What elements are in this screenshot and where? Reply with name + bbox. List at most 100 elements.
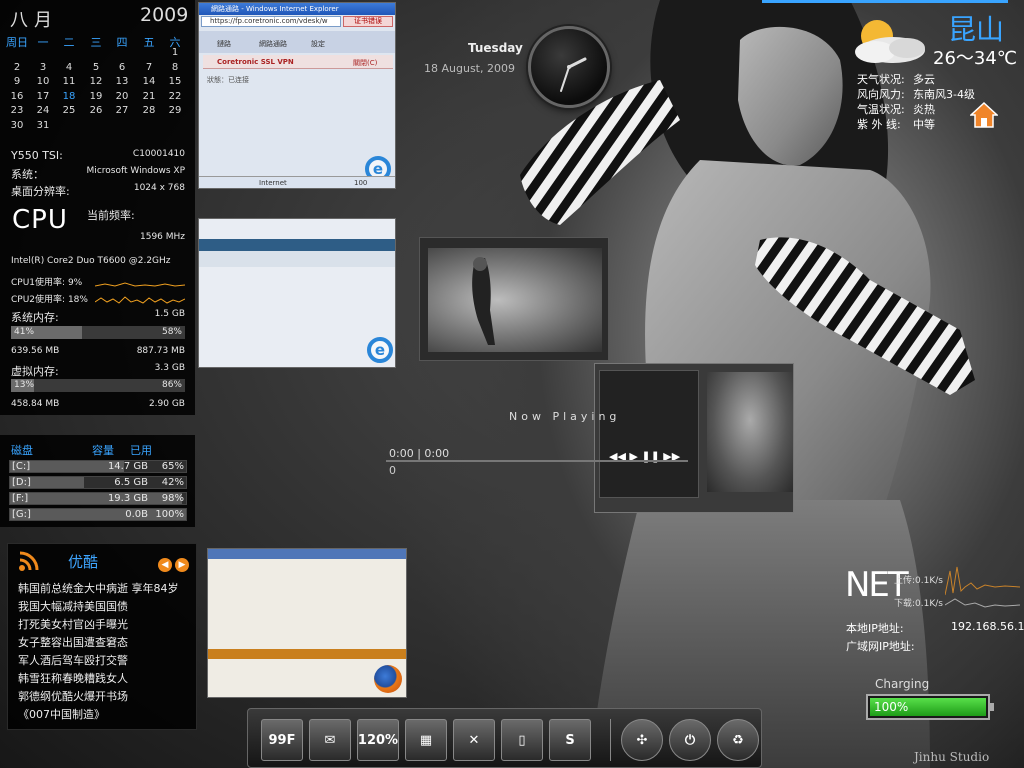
ie-logo-icon-2: e [367,337,393,363]
media-total: 0:00 [424,447,450,460]
ie-zone: Internet [259,179,287,187]
photo-icon[interactable]: ▦ [405,719,447,761]
news-item[interactable]: 《007中国制造》 [18,706,105,722]
resolution-value: 1024 x 768 [133,183,185,193]
calendar-day[interactable]: 3 [31,62,55,73]
ie-window-thumbnail[interactable]: 網路通路 - Windows Internet Explorer https:/… [198,2,396,189]
calendar-day[interactable]: 31 [31,120,55,131]
weather-row-value: 东南风3-4级 [913,88,975,101]
news-widget: 优酷 ◀ ▶ 韩国前总统金大中病逝 享年84岁 我国大幅减持美国国债 打死美女村官凶… [7,543,197,730]
calendar-day[interactable]: 4 [57,62,81,73]
calendar-day[interactable]: 23 [5,105,29,116]
calendar-day[interactable]: 25 [57,105,81,116]
news-item[interactable]: 韩国前总统金大中病逝 享年84岁 [18,580,179,596]
calendar-day[interactable]: 15 [163,76,187,87]
calendar-day[interactable]: 7 [137,62,161,73]
cpu2-label: CPU2使用率: [11,295,66,305]
photo-widget[interactable] [419,237,609,361]
firefox-window-thumbnail[interactable] [207,548,407,698]
weather-99f-icon[interactable]: 99F [261,719,303,761]
calendar-day[interactable]: 16 [5,91,29,102]
calendar-day[interactable]: 28 [137,105,161,116]
ie-tab-2[interactable]: 網路通路 [259,39,287,49]
calendar-weekday: 二 [63,36,75,49]
weather-row: 风向风力: 东南风3-4级 [857,86,975,102]
vpn-close[interactable]: 關閉(C) [353,58,377,68]
disk-row[interactable]: [C:] 14.7 GB 65% [9,460,187,473]
calendar-day[interactable]: 8 [163,62,187,73]
news-item[interactable]: 打死美女村官凶手曝光 [18,616,128,632]
speed-icon[interactable]: 120% [357,719,399,761]
news-prev-button[interactable]: ◀ [158,558,172,572]
calendar-day[interactable]: 12 [84,76,108,87]
calendar-day[interactable]: 30 [5,120,29,131]
ie-address-bar[interactable]: https://fp.coretronic.com/vdesk/w [201,16,341,27]
calendar-day[interactable]: 29 [163,105,187,116]
skype-icon[interactable]: S [549,719,591,761]
calendar-day[interactable]: 24 [31,105,55,116]
memory-free: 887.73 MB [136,346,185,356]
disk-usage-fill [10,493,183,504]
fan-icon[interactable]: ✣ [621,719,663,761]
watermark: Jinhu Studio [914,750,990,764]
calendar-day[interactable]: 6 [110,62,134,73]
memory-bar-left: 41% [14,327,35,337]
calendar-day[interactable]: 26 [84,105,108,116]
model-value: C10001410 [132,149,185,159]
calendar-day[interactable]: 18 [57,91,81,102]
disk-row[interactable]: [G:] 0.0B 100% [9,508,187,521]
model-row: Y550 TSI: C10001410 [11,149,185,162]
firepass-window-thumbnail[interactable]: e [198,218,396,368]
news-item[interactable]: 女子整容出国遭查窘态 [18,634,128,650]
calendar-day[interactable]: 22 [163,91,187,102]
disk-row[interactable]: [F:] 19.3 GB 98% [9,492,187,505]
calendar-day[interactable]: 9 [5,76,29,87]
news-item[interactable]: 郭德纲优酷火爆开书场 [18,688,128,704]
wan-ip-row: 广域网IP地址: [846,638,915,654]
news-next-button[interactable]: ▶ [175,558,189,572]
local-ip-row: 本地IP地址: [846,620,904,636]
news-item[interactable]: 军人酒后驾车殴打交警 [18,652,128,668]
home-icon[interactable] [970,101,998,129]
ie-titlebar: 網路通路 - Windows Internet Explorer [199,3,395,15]
calendar-day[interactable]: 20 [110,91,134,102]
x-app-icon[interactable]: ✕ [453,719,495,761]
mail-icon[interactable]: ✉ [309,719,351,761]
vmemory-used: 458.84 MB [11,399,60,409]
calendar-day[interactable]: 17 [31,91,55,102]
media-player-thumbnail[interactable]: ◀◀ ▶ ❚❚ ▶▶ [594,363,794,513]
disk-row[interactable]: [D:] 6.5 GB 42% [9,476,187,489]
freq-label: 当前频率: [87,209,135,222]
ie-tab-1[interactable]: 鏈路 [217,39,231,49]
calendar-day[interactable]: 11 [57,76,81,87]
cpu2-graph [95,296,185,304]
calendar-weekday: 周日 [6,36,28,49]
media-elapsed: 0:00 [389,447,414,460]
calendar-day[interactable]: 27 [110,105,134,116]
calendar-day[interactable]: 2 [5,62,29,73]
calendar-day[interactable]: 19 [84,91,108,102]
calendar-day[interactable]: 13 [110,76,134,87]
calendar-day[interactable]: 5 [84,62,108,73]
calendar-day[interactable]: 1 [163,47,187,58]
power-icon[interactable]: ⏻ [669,719,711,761]
vmemory-label: 虚拟内存: [11,365,59,378]
disk-name: [G:] [12,509,31,520]
top-accent-bar [762,0,1008,3]
calendar-day[interactable]: 10 [31,76,55,87]
disk-header-used: 已用 [130,444,152,457]
news-item[interactable]: 我国大幅减持美国国债 [18,598,128,614]
recycle-bin-icon[interactable]: ♻ [717,719,759,761]
calendar-day[interactable]: 21 [137,91,161,102]
disk-used: 98% [161,493,184,504]
calendar-day[interactable]: 14 [137,76,161,87]
firepass-toolbar [199,251,395,267]
cpu2-row: CPU2使用率: 18% [11,292,88,305]
news-item[interactable]: 韩雪狂称春晚糟践女人 [18,670,128,686]
disk-used: 65% [161,461,184,472]
folder-icon[interactable]: ▯ [501,719,543,761]
ie-tab-3[interactable]: 設定 [311,39,325,49]
ie-cert-error[interactable]: 证书错误 [343,16,393,27]
memory-detail-row: 639.56 MB 887.73 MB [11,346,185,356]
media-seek-bar[interactable] [386,460,688,462]
